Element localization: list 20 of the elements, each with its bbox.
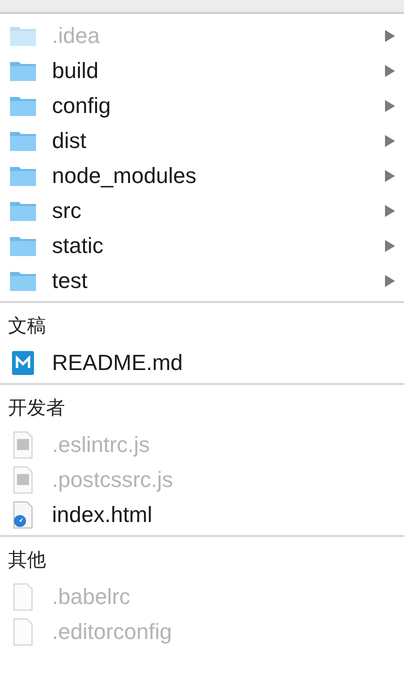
section-heading: 其他 [7,549,47,573]
file-name[interactable]: static [52,232,384,258]
file-name[interactable]: src [52,198,384,224]
file-name[interactable]: dist [52,128,384,154]
file-name[interactable]: test [52,268,384,294]
section-heading: 开发者 [7,397,66,421]
disclosure-arrow-icon[interactable] [384,204,396,218]
file-name[interactable]: config [52,92,384,118]
disclosure-arrow-icon[interactable] [384,168,396,182]
disclosure-arrow-icon[interactable] [384,238,396,252]
file-name[interactable]: build [52,58,384,84]
disclosure-arrow-icon[interactable] [384,274,396,288]
file-name[interactable]: node_modules [52,162,384,188]
disclosure-arrow-icon[interactable] [384,64,396,78]
file-name[interactable]: index.html [52,502,396,528]
section-heading: 文稿 [7,315,47,339]
disclosure-arrow-icon[interactable] [384,134,396,148]
disclosure-arrow-icon[interactable] [384,28,396,42]
disclosure-arrow-icon[interactable] [384,98,396,112]
file-name[interactable]: README.md [52,350,396,376]
